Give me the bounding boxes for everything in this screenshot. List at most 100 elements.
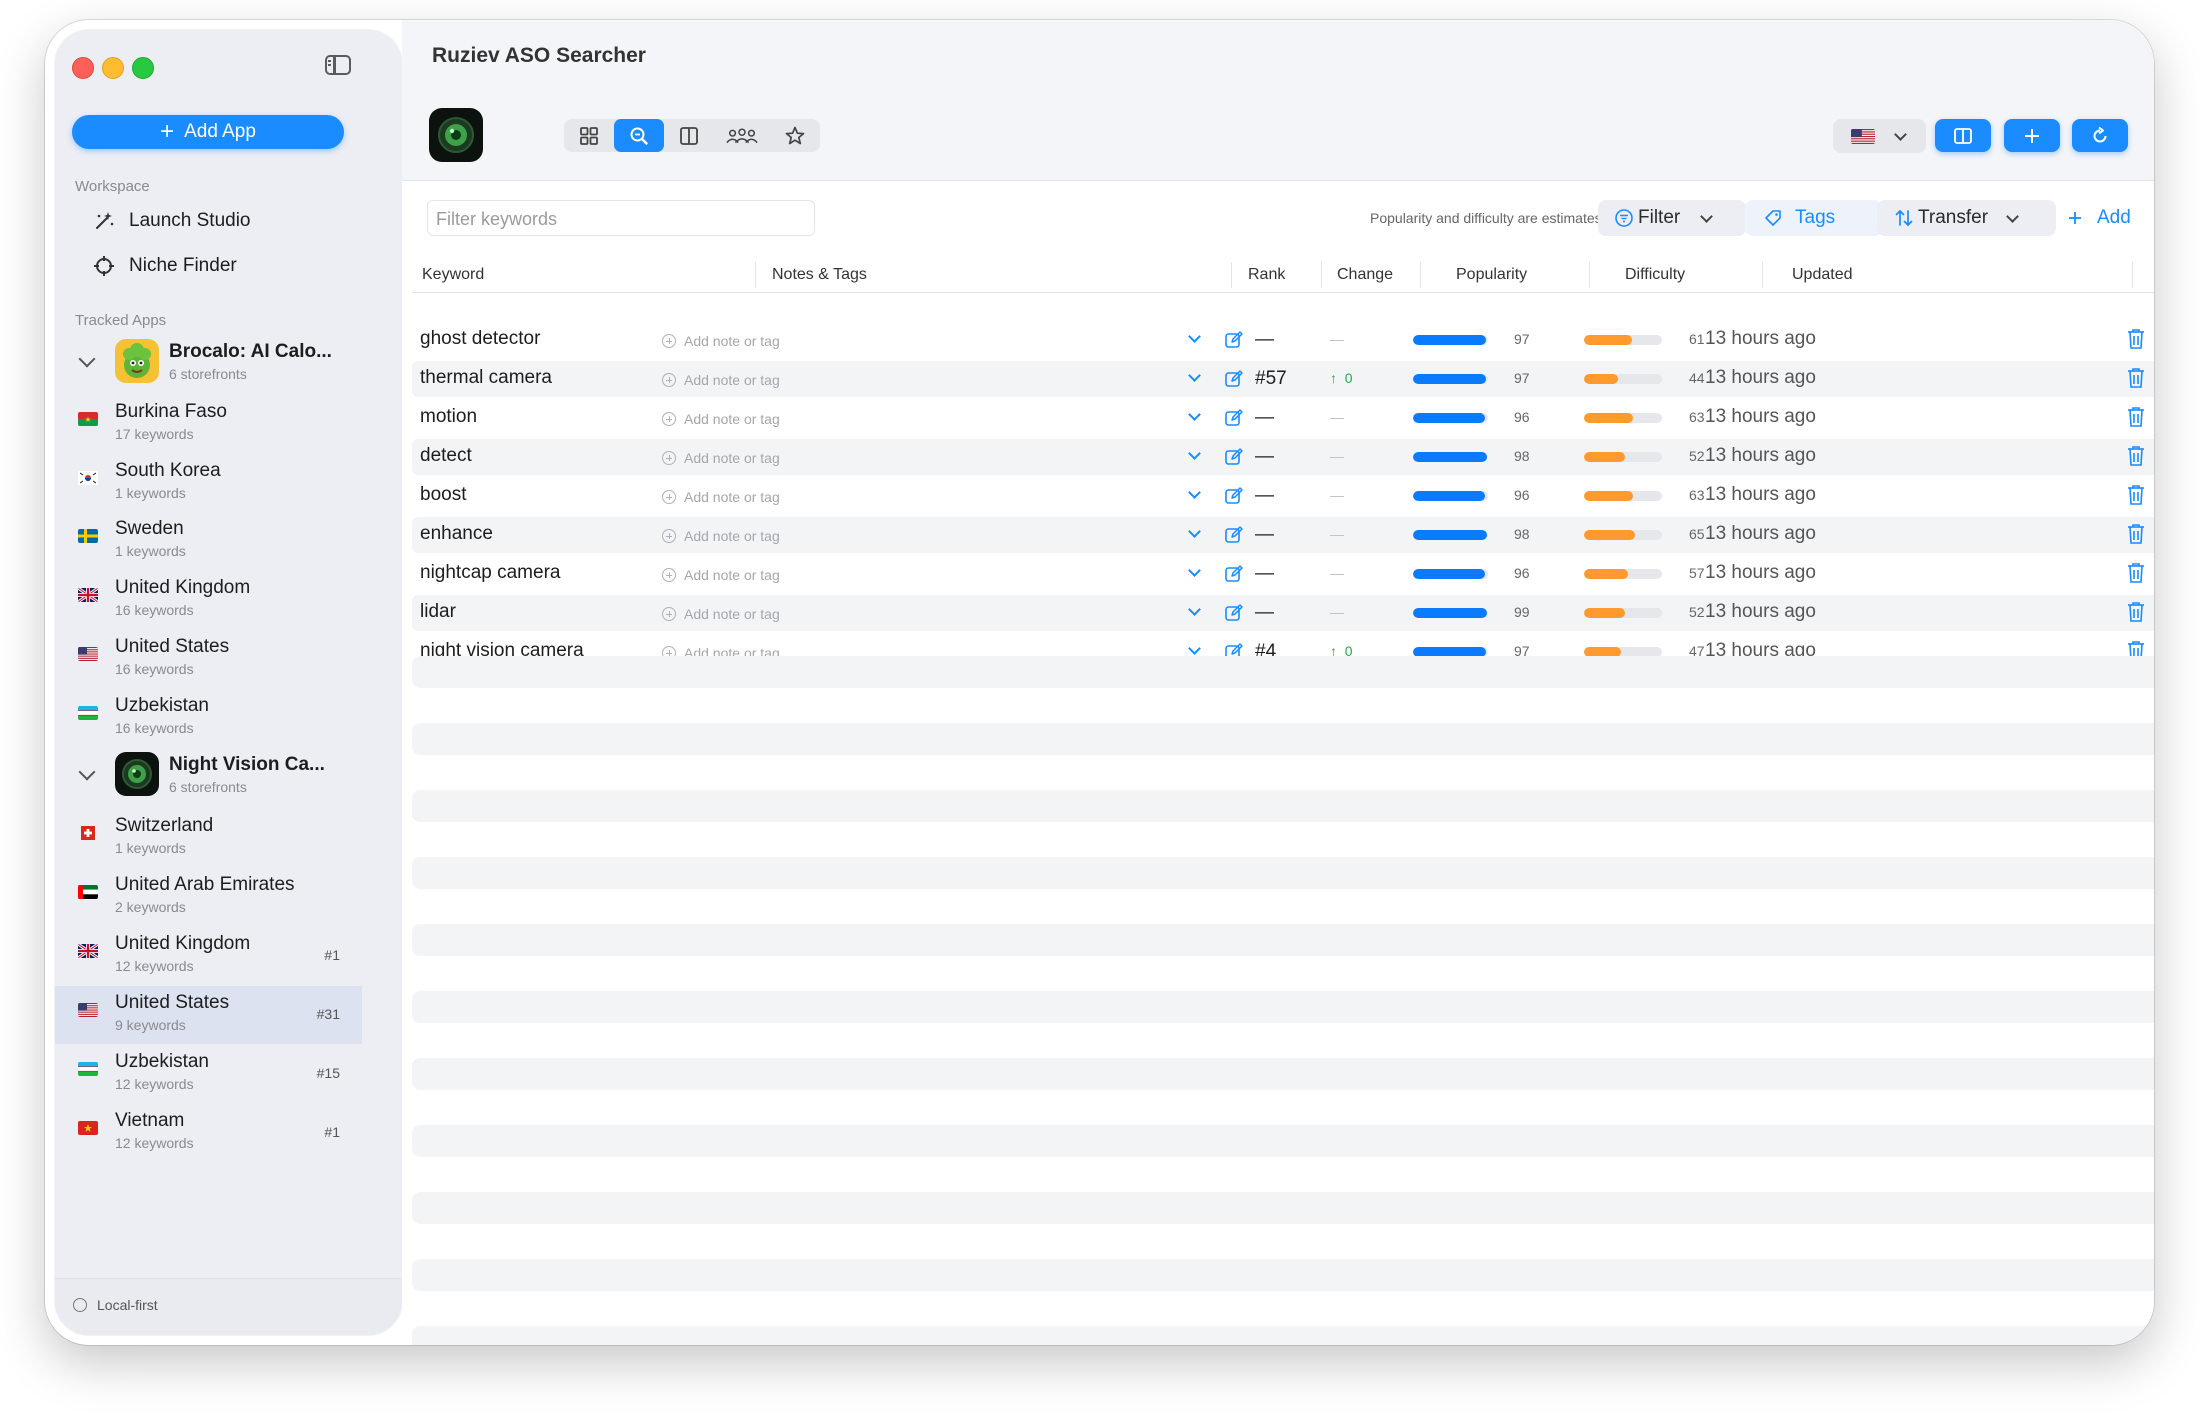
add-note-button[interactable]: Add note or tag	[662, 606, 780, 622]
keyword-cell: enhance	[420, 523, 493, 544]
edit-icon[interactable]	[1224, 603, 1244, 623]
column-header-difficulty[interactable]: Difficulty	[1625, 266, 1685, 284]
storefront-item[interactable]: United States 9 keywords #31	[55, 986, 362, 1044]
toggle-panel-button[interactable]	[1935, 119, 1991, 152]
chevron-down-icon[interactable]	[1188, 486, 1201, 499]
transfer-button[interactable]: Transfer	[1877, 200, 2056, 236]
search-view-icon[interactable]	[614, 119, 664, 152]
sidebar-item-niche-finder[interactable]: Niche Finder	[93, 255, 237, 277]
keyword-cell: detect	[420, 445, 472, 466]
add-keyword-button[interactable]: Add	[2051, 200, 2154, 236]
view-segmented-control	[564, 119, 820, 152]
storefront-item[interactable]: Uzbekistan 12 keywords #15	[55, 1045, 362, 1103]
difficulty-bar-fill	[1584, 413, 1634, 423]
column-header-change[interactable]: Change	[1337, 266, 1393, 284]
trash-icon[interactable]	[2127, 601, 2145, 623]
grid-view-icon[interactable]	[564, 119, 614, 152]
table-row[interactable]: ghost detector Add note or tag — — 97 61 13 ho…	[412, 322, 2154, 358]
chevron-down-icon[interactable]	[1188, 369, 1201, 382]
zoom-window-button[interactable]	[132, 57, 154, 79]
storefront-item[interactable]: United Kingdom 16 keywords	[55, 571, 362, 629]
table-row[interactable]: thermal camera Add note or tag #57 ↑ 0 97 44 1…	[412, 361, 2154, 397]
edit-icon[interactable]	[1224, 525, 1244, 545]
add-circle-icon	[662, 412, 676, 426]
add-note-button[interactable]: Add note or tag	[662, 333, 780, 349]
refresh-button[interactable]	[2072, 119, 2128, 152]
close-window-button[interactable]	[72, 57, 94, 79]
panel-icon	[1954, 127, 1972, 144]
trash-icon[interactable]	[2127, 523, 2145, 545]
minimize-window-button[interactable]	[102, 57, 124, 79]
chevron-down-icon[interactable]	[78, 350, 96, 368]
add-note-button[interactable]: Add note or tag	[662, 567, 780, 583]
storefront-item[interactable]: United Kingdom 12 keywords #1	[55, 927, 362, 985]
storefront-item[interactable]: Uzbekistan 16 keywords	[55, 689, 362, 747]
table-row[interactable]: lidar Add note or tag — — 99 52 13 hours ago	[412, 595, 2154, 631]
selected-app-icon[interactable]	[429, 108, 483, 162]
edit-icon[interactable]	[1224, 369, 1244, 389]
storefront-item[interactable]: Switzerland 1 keywords	[55, 809, 362, 867]
chevron-down-icon[interactable]	[1188, 447, 1201, 460]
add-circle-icon	[662, 529, 676, 543]
column-header-keyword[interactable]: Keyword	[422, 266, 484, 284]
storefront-item[interactable]: United Arab Emirates 2 keywords	[55, 868, 362, 926]
add-note-button[interactable]: Add note or tag	[662, 411, 780, 427]
people-view-icon[interactable]	[714, 119, 770, 152]
trash-icon[interactable]	[2127, 562, 2145, 584]
column-header-notes[interactable]: Notes & Tags	[772, 266, 867, 284]
add-note-button[interactable]: Add note or tag	[662, 450, 780, 466]
column-header-updated[interactable]: Updated	[1792, 266, 1853, 284]
edit-icon[interactable]	[1224, 330, 1244, 350]
trash-icon[interactable]	[2127, 367, 2145, 389]
app-name: Night Vision Ca...	[169, 754, 325, 775]
storefront-item[interactable]: South Korea 1 keywords	[55, 454, 362, 512]
tracked-app-night-vision[interactable]: Night Vision Ca... 6 storefronts	[55, 750, 402, 806]
tags-button[interactable]: Tags	[1745, 200, 1882, 236]
chevron-down-icon[interactable]	[1188, 330, 1201, 343]
table-row[interactable]: nightcap camera Add note or tag — — 96 57 13 h…	[412, 556, 2154, 592]
storefront-item[interactable]: Sweden 1 keywords	[55, 512, 362, 570]
chevron-down-icon[interactable]	[78, 763, 96, 781]
table-row[interactable]: enhance Add note or tag — — 98 65 13 hours ago	[412, 517, 2154, 553]
empty-row-placeholder	[412, 656, 2154, 688]
chevron-down-icon[interactable]	[1188, 525, 1201, 538]
trash-icon[interactable]	[2127, 484, 2145, 506]
chevron-down-icon[interactable]	[1188, 564, 1201, 577]
trash-icon[interactable]	[2127, 445, 2145, 467]
column-header-rank[interactable]: Rank	[1248, 266, 1285, 284]
add-button[interactable]	[2004, 119, 2060, 152]
chevron-down-icon[interactable]	[1188, 642, 1201, 655]
add-note-button[interactable]: Add note or tag	[662, 528, 780, 544]
column-header-popularity[interactable]: Popularity	[1456, 266, 1527, 284]
chevron-down-icon[interactable]	[1188, 603, 1201, 616]
edit-icon[interactable]	[1224, 408, 1244, 428]
storefront-item[interactable]: United States 16 keywords	[55, 630, 362, 688]
edit-icon[interactable]	[1224, 486, 1244, 506]
storefront-item[interactable]: Burkina Faso 17 keywords	[55, 395, 362, 453]
add-note-button[interactable]: Add note or tag	[662, 372, 780, 388]
chevron-down-icon[interactable]	[1188, 408, 1201, 421]
difficulty-bar-fill	[1584, 530, 1635, 540]
storefront-item[interactable]: Vietnam 12 keywords #1	[55, 1104, 362, 1162]
keyword-cell: thermal camera	[420, 367, 552, 388]
filter-keywords-input[interactable]: Filter keywords	[427, 200, 815, 236]
difficulty-value: 52	[1689, 604, 1705, 620]
table-row[interactable]: detect Add note or tag — — 98 52 13 hours ago	[412, 439, 2154, 475]
storefront-country: South Korea	[115, 460, 221, 481]
sidebar-toggle-icon[interactable]	[325, 55, 351, 75]
add-app-button[interactable]: + Add App	[72, 115, 344, 149]
edit-icon[interactable]	[1224, 564, 1244, 584]
tracked-app-brocalo[interactable]: Brocalo: AI Calo... 6 storefronts	[55, 337, 402, 393]
plus-icon	[2069, 212, 2081, 224]
add-note-button[interactable]: Add note or tag	[662, 489, 780, 505]
edit-icon[interactable]	[1224, 447, 1244, 467]
trash-icon[interactable]	[2127, 328, 2145, 350]
sidebar-item-launch-studio[interactable]: Launch Studio	[93, 210, 251, 232]
storefront-dropdown[interactable]	[1833, 119, 1926, 153]
filter-button[interactable]: Filter	[1598, 200, 1746, 236]
star-view-icon[interactable]	[770, 119, 820, 152]
trash-icon[interactable]	[2127, 406, 2145, 428]
table-row[interactable]: motion Add note or tag — — 96 63 13 hours ago	[412, 400, 2154, 436]
table-row[interactable]: boost Add note or tag — — 96 63 13 hours ago	[412, 478, 2154, 514]
split-view-icon[interactable]	[664, 119, 714, 152]
